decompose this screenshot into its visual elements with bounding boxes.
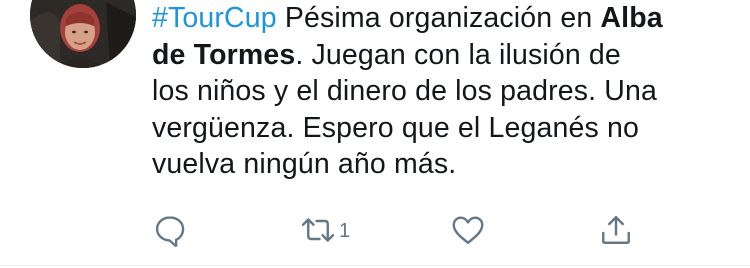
avatar-photo — [30, 0, 136, 68]
tweet-text-line: vuelva ningún año más. — [152, 148, 457, 181]
tweet-text-line: vergüenza. Espero que el Leganés no — [152, 111, 639, 144]
avatar[interactable] — [30, 0, 136, 68]
tweet: #TourCup Pésima organización en Alba de … — [0, 0, 750, 268]
tweet-text-segment: . Juegan con la ilusión de — [295, 38, 621, 71]
heart-icon — [452, 216, 484, 244]
tweet-text-line: los niños y el dinero de los padres. Una — [152, 75, 658, 108]
retweet-count: 1 — [339, 219, 351, 242]
tweet-text-segment: Pésima organización en — [276, 2, 601, 34]
share-icon — [602, 216, 630, 244]
retweet-button[interactable]: 1 — [298, 208, 350, 252]
tweet-text: #TourCup Pésima organización en Alba de … — [152, 0, 732, 183]
retweet-icon — [301, 218, 335, 242]
reply-button[interactable] — [152, 208, 188, 252]
tweet-text-bold: de Tormes — [152, 38, 296, 71]
tweet-divider — [0, 265, 750, 266]
tweet-text-bold: Alba — [600, 2, 663, 34]
like-button[interactable] — [450, 208, 486, 252]
share-button[interactable] — [598, 208, 634, 252]
tweet-actions: 1 — [152, 208, 652, 252]
reply-icon — [155, 216, 185, 247]
hashtag-link[interactable]: #TourCup — [152, 2, 277, 34]
